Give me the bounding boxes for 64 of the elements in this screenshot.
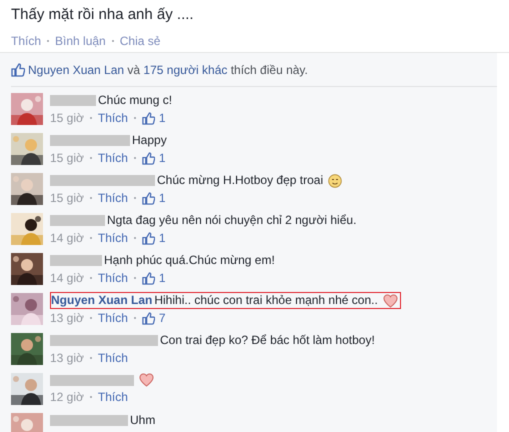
separator-dot xyxy=(90,357,92,359)
like-link[interactable]: Thích xyxy=(98,311,128,325)
comment-time: 15 giờ xyxy=(50,191,84,205)
thumbs-up-icon xyxy=(142,192,155,204)
like-count: 1 xyxy=(158,191,166,205)
comment-text: Chúc mung c! xyxy=(98,93,172,108)
comment-text: Ngta đag yêu nên nói chuyện chỉ 2 người hiểu. xyxy=(107,213,356,228)
separator-dot xyxy=(90,317,92,319)
thumbs-up-icon xyxy=(142,112,155,124)
like-link[interactable]: Thích xyxy=(98,231,128,245)
post-action-link[interactable]: Chia sẻ xyxy=(120,34,160,48)
like-count: 1 xyxy=(158,231,166,245)
comment-time: 15 giờ xyxy=(50,151,84,165)
others-link[interactable]: 175 người khác xyxy=(143,62,228,76)
comment-text: Hihihi.. chúc con trai khỏe mạnh nhé con.. xyxy=(154,293,378,308)
separator-dot xyxy=(90,277,92,279)
like-link[interactable]: Thích xyxy=(98,111,128,125)
comment-time: 14 giờ xyxy=(50,271,84,285)
comment-time: 13 giờ xyxy=(50,311,84,325)
like-link[interactable]: Thích xyxy=(98,390,128,404)
comment-time: 14 giờ xyxy=(50,231,84,245)
like-count: 1 xyxy=(158,271,166,285)
comment-text: Hạnh phúc quá.Chúc mừng em! xyxy=(104,253,275,268)
separator-dot xyxy=(134,317,136,319)
separator-dot xyxy=(90,117,92,119)
commenter-name[interactable]: Nguyen Xuan Lan xyxy=(51,293,152,308)
separator-dot xyxy=(112,40,114,42)
separator-dot xyxy=(90,237,92,239)
separator-dot xyxy=(90,197,92,199)
comment-text: Con trai đẹp ko? Để bác hốt làm hotboy! xyxy=(160,333,375,348)
comment-time: 13 giờ xyxy=(50,351,84,365)
like-link[interactable]: Thích xyxy=(98,191,128,205)
smiley-icon xyxy=(328,174,342,188)
likes-summary: Nguyen Xuan Lan và 175 người khác thích điều này. xyxy=(28,62,308,76)
separator-dot xyxy=(134,117,136,119)
comment-text: Happy xyxy=(132,133,167,148)
separator-dot xyxy=(90,396,92,398)
comment-text: Chúc mừng H.Hotboy đẹp troai xyxy=(157,173,324,188)
separator-dot xyxy=(134,197,136,199)
like-link[interactable]: Thích xyxy=(98,151,128,165)
thumbs-up-icon xyxy=(142,272,155,284)
thumbs-up-icon xyxy=(142,152,155,164)
comment-time: 15 giờ xyxy=(50,111,84,125)
like-count: 7 xyxy=(158,311,166,325)
post-action-link[interactable]: Thích xyxy=(11,34,42,48)
like-count: 1 xyxy=(158,151,166,165)
separator-dot xyxy=(134,157,136,159)
liker-link[interactable]: Nguyen Xuan Lan xyxy=(28,62,124,76)
separator-dot xyxy=(47,40,50,42)
like-link[interactable]: Thích xyxy=(98,351,128,365)
post-action-link[interactable]: Bình luận xyxy=(55,34,106,48)
like-count: 1 xyxy=(158,111,166,125)
comment-time: 12 giờ xyxy=(50,390,84,404)
separator-dot xyxy=(134,237,136,239)
separator-dot xyxy=(134,277,136,279)
separator-dot xyxy=(90,157,92,159)
post-text: Thấy mặt rồi nha anh ấy .... xyxy=(11,6,195,24)
like-link[interactable]: Thích xyxy=(98,271,128,285)
comment-text: Uhm xyxy=(130,413,156,428)
thumbs-up-icon xyxy=(142,232,155,244)
thumbs-up-icon xyxy=(11,62,25,76)
thumbs-up-icon xyxy=(142,312,155,324)
heart-icon xyxy=(139,373,154,387)
heart-icon xyxy=(382,294,398,308)
